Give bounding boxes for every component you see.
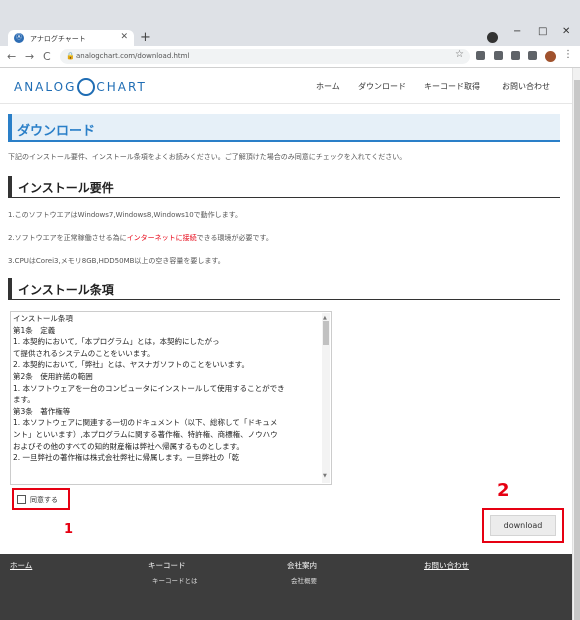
terms-line: て提供されるシステムのことをいいます。 <box>13 348 155 358</box>
footer-link-keycode[interactable]: キーコード <box>148 560 186 571</box>
extension-icon[interactable] <box>494 51 503 60</box>
terms-line: 1. 本ソフトウェアを一台のコンピュータにインストールして使用することができ <box>13 383 285 393</box>
nav-contact[interactable]: お問い合わせ <box>502 81 550 92</box>
terms-line: 1. 本ソフトウェアに関連する一切のドキュメント（以下、総称して「ドキュメ <box>13 418 278 428</box>
logo-text-left: ANALOG <box>14 80 77 94</box>
requirement-highlight: インターネットに接続 <box>126 234 197 242</box>
footer-sublink-company-overview[interactable]: 会社概要 <box>291 575 317 585</box>
nav-download[interactable]: ダウンロード <box>358 81 406 92</box>
terms-line: 第2条 使用許諾の範囲 <box>13 371 93 381</box>
terms-heading: インストール条項 <box>8 278 560 300</box>
new-tab-button[interactable]: + <box>140 30 151 45</box>
site-favicon-icon: Ⓐ <box>14 33 24 43</box>
requirement-text: できる環境が必要です。 <box>196 234 273 242</box>
reload-icon[interactable]: C <box>43 50 51 63</box>
download-highlight-frame: download <box>482 508 564 543</box>
site-footer: ホーム キーコード キーコードとは 会社案内 会社概要 お問い合わせ <box>0 554 572 620</box>
page-scroll-thumb[interactable] <box>574 80 580 620</box>
download-button[interactable]: download <box>490 515 556 536</box>
agree-checkbox[interactable] <box>17 495 26 504</box>
terms-scroll-thumb[interactable] <box>323 321 329 345</box>
url-text: analogchart.com/download.html <box>76 52 190 60</box>
tab-close-icon[interactable]: ✕ <box>120 32 128 42</box>
footer-link-contact[interactable]: お問い合わせ <box>424 560 469 571</box>
agree-highlight-frame: 同意する <box>12 488 70 510</box>
site-logo[interactable]: ANALOG CHART <box>14 78 147 96</box>
terms-line: インストール条項 <box>13 314 73 323</box>
bookmark-star-icon[interactable]: ☆ <box>455 49 464 60</box>
extension-icon[interactable] <box>476 51 485 60</box>
logo-text-right: CHART <box>96 80 147 94</box>
annotation-number-1: 1 <box>64 522 74 537</box>
annotation-number-2: 2 <box>497 480 510 501</box>
site-header: ANALOG CHART ホーム ダウンロード キーコード取得 お問い合わせ <box>0 68 572 104</box>
terms-textarea[interactable]: インストール条項 第1条 定義 1. 本契約において,「本プログラム」とは，本契… <box>10 311 332 485</box>
page-title: ダウンロード <box>8 114 560 142</box>
terms-line: 1. 本契約において,「本プログラム」とは，本契約にしたがっ <box>13 337 220 347</box>
lock-icon: 🔒 <box>66 52 75 60</box>
restore-button[interactable]: □ <box>538 26 547 37</box>
profile-dot-icon[interactable] <box>487 32 498 43</box>
terms-scrollbar[interactable]: ▲ ▼ <box>322 313 330 483</box>
requirement-item: 3.CPUはCorei3,メモリ8GB,HDD50MB以上の空き容量を要します。 <box>8 257 225 265</box>
address-bar-row: ← → C 🔒 analogchart.com/download.html ☆ … <box>0 46 580 68</box>
minimize-button[interactable]: − <box>513 26 521 37</box>
terms-line: ント」といいます）,本プログラムに関する著作権、特許権、商標権、ノウハウ <box>13 429 278 439</box>
terms-line: 2. 一旦弊社の著作権は株式会社弊社に帰属します。一旦弊社の「乾 <box>13 453 240 463</box>
browser-menu-icon[interactable]: ⋮ <box>563 49 573 60</box>
nav-home[interactable]: ホーム <box>316 81 340 92</box>
browser-tab[interactable]: Ⓐ アナログチャート ✕ <box>8 30 134 46</box>
footer-sublink-keycode-about[interactable]: キーコードとは <box>152 575 198 585</box>
scroll-down-icon[interactable]: ▼ <box>323 471 327 483</box>
puzzle-extensions-icon[interactable] <box>511 51 520 60</box>
requirement-item: 2.ソフトウエアを正常稼働させる為にインターネットに接続できる環境が必要です。 <box>8 233 273 243</box>
forward-icon[interactable]: → <box>25 50 34 63</box>
requirement-item: 1.このソフトウエアはWindows7,Windows8,Windows10で動… <box>8 211 242 219</box>
terms-line: 2. 本契約において,「弊社」とは、ヤスナガソフトのことをいいます。 <box>13 360 249 370</box>
terms-line: ます。 <box>13 395 35 405</box>
requirements-heading: インストール要件 <box>8 176 560 198</box>
terms-line: 第3条 著作権等 <box>13 406 71 416</box>
requirement-text: 2.ソフトウエアを正常稼働させる為に <box>8 234 127 242</box>
logo-wave-icon <box>77 78 96 96</box>
tab-title: アナログチャート <box>30 35 86 43</box>
agree-label[interactable]: 同意する <box>30 495 58 505</box>
page-scrollbar[interactable] <box>572 68 580 620</box>
url-field[interactable]: 🔒 analogchart.com/download.html <box>60 49 470 64</box>
browser-tab-bar: Ⓐ アナログチャート ✕ + − □ ✕ <box>0 0 580 46</box>
terms-line: およびその他のすべての知的財産権は弊社へ帰属するものとします。 <box>13 441 244 451</box>
footer-link-home[interactable]: ホーム <box>10 560 32 571</box>
window-close-button[interactable]: ✕ <box>562 26 570 37</box>
footer-link-company[interactable]: 会社案内 <box>287 560 317 571</box>
reading-list-icon[interactable] <box>528 51 537 60</box>
profile-avatar[interactable] <box>545 51 556 62</box>
intro-text: 下記のインストール要件、インストール条項をよくお読みください。ご了解頂けた場合の… <box>8 153 407 161</box>
back-icon[interactable]: ← <box>7 50 16 63</box>
nav-keycode[interactable]: キーコード取得 <box>424 81 480 92</box>
terms-line: 第1条 定義 <box>13 325 56 335</box>
